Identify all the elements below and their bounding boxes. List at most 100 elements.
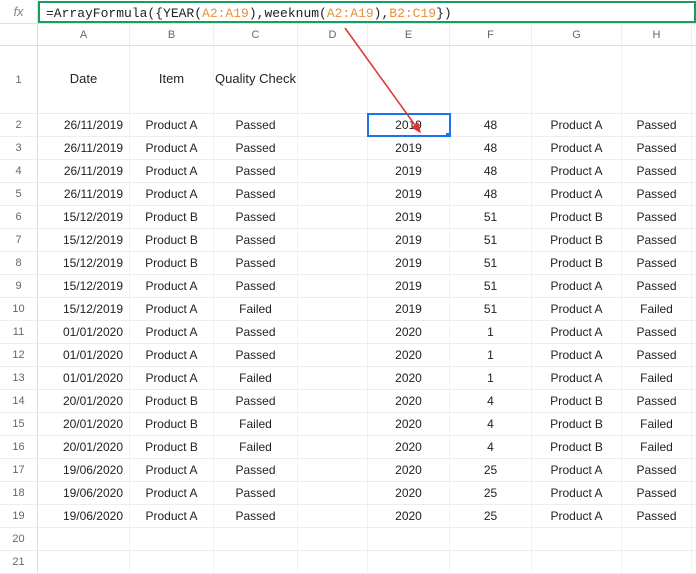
cell-D16[interactable] (298, 436, 368, 458)
cell-F12[interactable]: 1 (450, 344, 532, 366)
cell-B10[interactable]: Product A (130, 298, 214, 320)
cell-D18[interactable] (298, 482, 368, 504)
cell-H1[interactable] (622, 46, 692, 113)
cell-H12[interactable]: Passed (622, 344, 692, 366)
cell-A21[interactable] (38, 551, 130, 573)
cell-H15[interactable]: Failed (622, 413, 692, 435)
cell-G4[interactable]: Product A (532, 160, 622, 182)
cell-G14[interactable]: Product B (532, 390, 622, 412)
cell-E12[interactable]: 2020 (368, 344, 450, 366)
cell-F20[interactable] (450, 528, 532, 550)
row-header-20[interactable]: 20 (0, 528, 38, 550)
cell-B11[interactable]: Product A (130, 321, 214, 343)
cell-H13[interactable]: Failed (622, 367, 692, 389)
cell-B21[interactable] (130, 551, 214, 573)
cell-H19[interactable]: Passed (622, 505, 692, 527)
cell-F5[interactable]: 48 (450, 183, 532, 205)
row-header-4[interactable]: 4 (0, 160, 38, 182)
cell-C18[interactable]: Passed (214, 482, 298, 504)
cell-D19[interactable] (298, 505, 368, 527)
cell-B18[interactable]: Product A (130, 482, 214, 504)
cell-G18[interactable]: Product A (532, 482, 622, 504)
cell-A7[interactable]: 15/12/2019 (38, 229, 130, 251)
cell-A13[interactable]: 01/01/2020 (38, 367, 130, 389)
cell-B19[interactable]: Product A (130, 505, 214, 527)
cell-E19[interactable]: 2020 (368, 505, 450, 527)
cell-D10[interactable] (298, 298, 368, 320)
cell-F19[interactable]: 25 (450, 505, 532, 527)
row-header-21[interactable]: 21 (0, 551, 38, 573)
cell-E8[interactable]: 2019 (368, 252, 450, 274)
cell-B15[interactable]: Product B (130, 413, 214, 435)
cell-A15[interactable]: 20/01/2020 (38, 413, 130, 435)
cell-E20[interactable] (368, 528, 450, 550)
cell-G10[interactable]: Product A (532, 298, 622, 320)
cell-B16[interactable]: Product B (130, 436, 214, 458)
cell-D20[interactable] (298, 528, 368, 550)
cell-G8[interactable]: Product B (532, 252, 622, 274)
cell-C20[interactable] (214, 528, 298, 550)
cell-A2[interactable]: 26/11/2019 (38, 114, 130, 136)
cell-F9[interactable]: 51 (450, 275, 532, 297)
col-header-G[interactable]: G (532, 24, 622, 45)
cell-E1[interactable] (368, 46, 450, 113)
cell-D21[interactable] (298, 551, 368, 573)
cell-A12[interactable]: 01/01/2020 (38, 344, 130, 366)
cell-E15[interactable]: 2020 (368, 413, 450, 435)
cell-E7[interactable]: 2019 (368, 229, 450, 251)
row-header-10[interactable]: 10 (0, 298, 38, 320)
cell-B5[interactable]: Product A (130, 183, 214, 205)
row-header-14[interactable]: 14 (0, 390, 38, 412)
row-header-6[interactable]: 6 (0, 206, 38, 228)
cell-G13[interactable]: Product A (532, 367, 622, 389)
cell-G17[interactable]: Product A (532, 459, 622, 481)
row-header-18[interactable]: 18 (0, 482, 38, 504)
cell-B4[interactable]: Product A (130, 160, 214, 182)
cell-B6[interactable]: Product B (130, 206, 214, 228)
cell-C10[interactable]: Failed (214, 298, 298, 320)
cell-D3[interactable] (298, 137, 368, 159)
cell-D13[interactable] (298, 367, 368, 389)
cell-E13[interactable]: 2020 (368, 367, 450, 389)
cell-A10[interactable]: 15/12/2019 (38, 298, 130, 320)
cell-G9[interactable]: Product A (532, 275, 622, 297)
cell-B8[interactable]: Product B (130, 252, 214, 274)
row-header-2[interactable]: 2 (0, 114, 38, 136)
cell-B14[interactable]: Product B (130, 390, 214, 412)
cell-H16[interactable]: Failed (622, 436, 692, 458)
cell-C8[interactable]: Passed (214, 252, 298, 274)
cell-C7[interactable]: Passed (214, 229, 298, 251)
cell-H11[interactable]: Passed (622, 321, 692, 343)
cell-E21[interactable] (368, 551, 450, 573)
cell-F14[interactable]: 4 (450, 390, 532, 412)
cell-F11[interactable]: 1 (450, 321, 532, 343)
cell-G2[interactable]: Product A (532, 114, 622, 136)
cell-H3[interactable]: Passed (622, 137, 692, 159)
cell-B9[interactable]: Product A (130, 275, 214, 297)
row-header-5[interactable]: 5 (0, 183, 38, 205)
cell-A1[interactable]: Date (38, 46, 130, 113)
cell-A18[interactable]: 19/06/2020 (38, 482, 130, 504)
col-header-B[interactable]: B (130, 24, 214, 45)
cell-G20[interactable] (532, 528, 622, 550)
cell-A19[interactable]: 19/06/2020 (38, 505, 130, 527)
cell-H4[interactable]: Passed (622, 160, 692, 182)
cell-D4[interactable] (298, 160, 368, 182)
row-header-9[interactable]: 9 (0, 275, 38, 297)
cell-F16[interactable]: 4 (450, 436, 532, 458)
row-header-15[interactable]: 15 (0, 413, 38, 435)
row-header-3[interactable]: 3 (0, 137, 38, 159)
cell-C16[interactable]: Failed (214, 436, 298, 458)
cell-D8[interactable] (298, 252, 368, 274)
cell-F8[interactable]: 51 (450, 252, 532, 274)
cell-A6[interactable]: 15/12/2019 (38, 206, 130, 228)
cell-A20[interactable] (38, 528, 130, 550)
cell-E4[interactable]: 2019 (368, 160, 450, 182)
cell-B12[interactable]: Product A (130, 344, 214, 366)
cell-E3[interactable]: 2019 (368, 137, 450, 159)
cell-H20[interactable] (622, 528, 692, 550)
cell-B1[interactable]: Item (130, 46, 214, 113)
cell-H21[interactable] (622, 551, 692, 573)
cell-H18[interactable]: Passed (622, 482, 692, 504)
cell-B7[interactable]: Product B (130, 229, 214, 251)
